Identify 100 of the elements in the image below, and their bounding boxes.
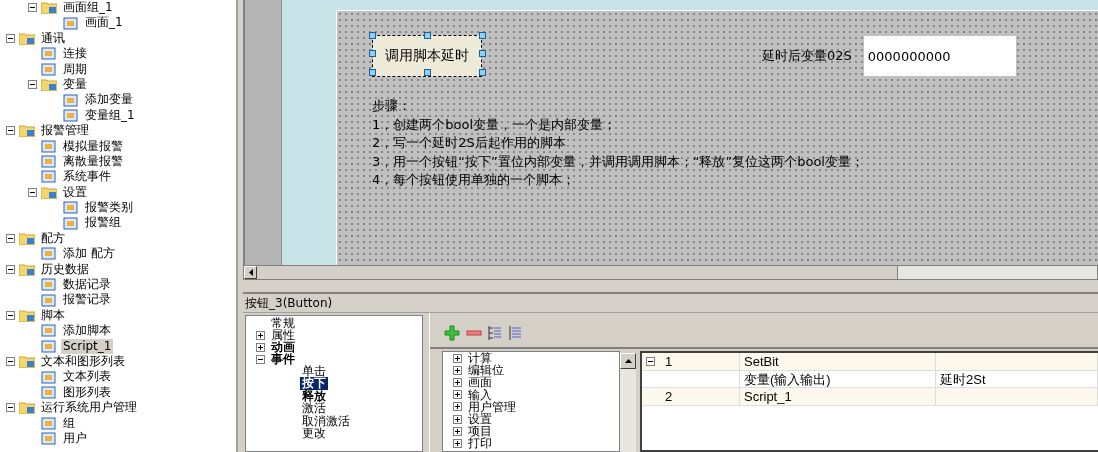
function-category[interactable]: 设置 [466,412,494,426]
collapse-toggle[interactable] [6,264,15,274]
tree-item[interactable]: Script_1 [61,338,114,354]
indent-icon[interactable] [488,325,502,341]
function-category[interactable]: 编辑位 [466,364,506,377]
expand-toggle[interactable] [453,414,462,424]
tree-item[interactable]: 文本列表 [61,369,113,385]
tree-item[interactable]: 连接 [61,46,89,62]
document-icon [41,47,57,61]
folder-icon [19,262,35,276]
tree-item[interactable]: 离散量报警 [61,153,125,170]
tree-item[interactable]: 变量 [61,76,89,93]
tree-item[interactable]: 组 [61,415,77,431]
event-item[interactable]: 激活 [300,402,328,415]
tree-item[interactable]: 用户 [61,430,89,447]
resize-handle[interactable] [479,50,486,57]
tree-item[interactable]: 画面组_1 [61,0,115,16]
collapse-toggle[interactable] [6,33,15,43]
outdent-icon[interactable] [508,325,522,341]
expand-toggle[interactable] [256,342,265,352]
resize-handle[interactable] [369,50,376,57]
category-item[interactable]: 常规 [269,317,297,329]
expand-toggle[interactable] [453,438,462,448]
tree-item[interactable]: 报警类别 [83,200,135,216]
event-item[interactable]: 释放 [300,389,328,403]
expand-toggle[interactable] [453,390,462,400]
document-icon [41,155,57,169]
document-icon [41,293,57,307]
expand-toggle[interactable] [453,365,462,375]
expand-toggle[interactable] [453,402,462,412]
tree-item[interactable]: 历史数据 [39,261,91,278]
collapse-toggle[interactable] [6,403,15,413]
resize-handle[interactable] [479,32,486,39]
folder-icon [41,185,57,199]
event-item[interactable]: 单击 [300,365,328,378]
function-category[interactable]: 画面 [466,376,494,389]
properties-title: 按钮_3(Button) [245,294,333,312]
document-icon [41,416,57,430]
collapse-toggle[interactable] [6,234,15,244]
scrollbar-thumb[interactable] [257,266,898,279]
expand-toggle[interactable] [453,353,462,363]
expand-toggle[interactable] [453,377,462,387]
document-icon [41,247,57,261]
tree-item[interactable]: 报警组 [83,215,123,231]
event-item[interactable]: 取消激活 [300,414,352,427]
tree-item[interactable]: 画面_1 [83,15,125,31]
function-category[interactable]: 项目 [466,425,494,438]
document-icon [41,370,57,384]
collapse-toggle[interactable] [646,356,655,366]
note-text: 2，写一个延时2S后起作用的脚本 [372,134,567,152]
output-field[interactable]: 0000000000 [863,36,1016,76]
tree-item[interactable]: 图形列表 [61,384,113,401]
scroll-left-button[interactable] [244,266,257,279]
event-item[interactable]: 按下 [300,377,328,390]
tree-item[interactable]: 变量组_1 [83,107,137,124]
tree-item[interactable]: 通讯 [39,30,67,47]
expand-toggle[interactable] [256,330,265,340]
tree-item[interactable]: 脚本 [39,307,67,324]
category-item[interactable]: 动画 [269,341,297,353]
function-category[interactable]: 打印 [466,437,494,450]
tree-item[interactable]: 添加变量 [83,92,135,108]
event-item[interactable]: 更改 [300,426,328,440]
folder-icon [19,309,35,322]
collapse-toggle[interactable] [28,3,37,13]
tree-item[interactable]: 运行系统用户管理 [39,400,139,416]
resize-handle[interactable] [424,69,431,76]
collapse-toggle[interactable] [6,311,15,320]
scroll-up-button[interactable] [620,353,636,369]
folder-icon [19,355,35,369]
expand-toggle[interactable] [453,426,462,436]
collapse-toggle[interactable] [6,126,15,136]
collapse-toggle[interactable] [28,187,37,197]
tree-item[interactable]: 配方 [39,230,67,247]
function-category[interactable]: 输入 [466,388,494,401]
tree-item[interactable]: 报警管理 [39,123,91,139]
tree-item[interactable]: 文本和图形列表 [39,354,127,370]
resize-handle[interactable] [479,69,486,76]
resize-handle[interactable] [424,32,431,39]
function-category[interactable]: 用户管理 [466,400,518,413]
resize-handle[interactable] [369,69,376,76]
collapse-toggle[interactable] [6,357,15,367]
note-text: 4，每个按钮使用单独的一个脚本； [372,171,577,189]
parameter-name: 变量(输入输出) [744,370,831,389]
document-icon [41,339,57,353]
tree-item[interactable]: 模拟量报警 [61,138,125,154]
horizontal-scrollbar[interactable] [243,265,1098,280]
tree-item[interactable]: 数据记录 [61,277,113,293]
function-category[interactable]: 计算 [466,352,494,365]
tree-item[interactable]: 系统事件 [61,169,113,185]
tree-item[interactable]: 添加脚本 [61,323,113,339]
collapse-toggle[interactable] [256,354,265,364]
document-icon [41,170,57,184]
resize-handle[interactable] [369,32,376,39]
tree-item[interactable]: 设置 [61,184,89,201]
collapse-toggle[interactable] [28,80,37,90]
tree-item[interactable]: 周期 [61,61,89,77]
tree-item[interactable]: 添加 配方 [61,246,117,262]
category-item[interactable]: 事件 [269,353,297,365]
category-item[interactable]: 属性 [269,329,297,341]
tree-item[interactable]: 报警记录 [61,292,113,308]
